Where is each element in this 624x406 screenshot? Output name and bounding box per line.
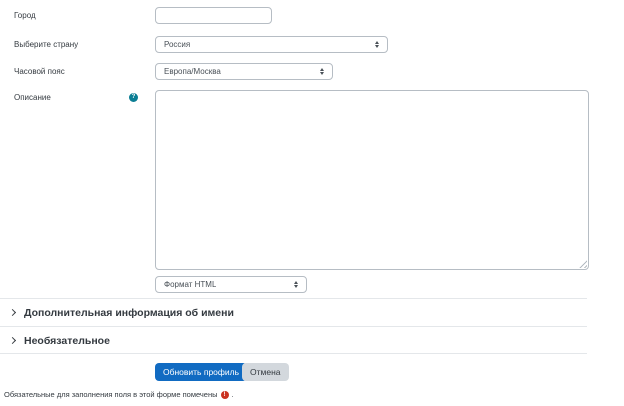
format-select-value: Формат HTML [164,280,216,289]
city-label: Город [14,9,36,22]
required-icon: ! [221,391,229,399]
section-title: Необязательное [24,335,110,347]
profile-edit-form: Город Выберите страну Россия Часовой поя… [0,0,624,406]
chevron-right-icon [9,337,16,344]
country-label: Выберите страну [14,38,78,51]
format-select[interactable]: Формат HTML [155,276,307,293]
timezone-select-value: Европа/Москва [164,67,221,76]
update-profile-button[interactable]: Обновить профиль [155,363,247,381]
section-divider [0,298,587,299]
description-editor[interactable] [155,90,589,270]
section-additional-names[interactable]: Дополнительная информация об имени [0,300,587,325]
timezone-select[interactable]: Европа/Москва [155,63,333,80]
resize-handle-icon[interactable] [579,260,587,268]
select-arrows-icon [320,68,324,75]
chevron-right-icon [9,309,16,316]
section-title: Дополнительная информация об имени [24,307,234,319]
required-note-text: Обязательные для заполнения поля в этой … [4,389,218,400]
required-fields-note: Обязательные для заполнения поля в этой … [4,389,234,400]
country-select[interactable]: Россия [155,36,388,53]
section-divider [0,353,587,354]
required-note-suffix: . [232,389,234,400]
city-input[interactable] [155,7,272,24]
select-arrows-icon [375,41,379,48]
section-optional[interactable]: Необязательное [0,328,587,353]
description-label: Описание [14,91,51,104]
help-icon[interactable]: ? [129,93,138,102]
timezone-label: Часовой пояс [14,65,65,78]
cancel-button[interactable]: Отмена [242,363,289,381]
select-arrows-icon [294,281,298,288]
country-select-value: Россия [164,40,190,49]
section-divider [0,326,587,327]
